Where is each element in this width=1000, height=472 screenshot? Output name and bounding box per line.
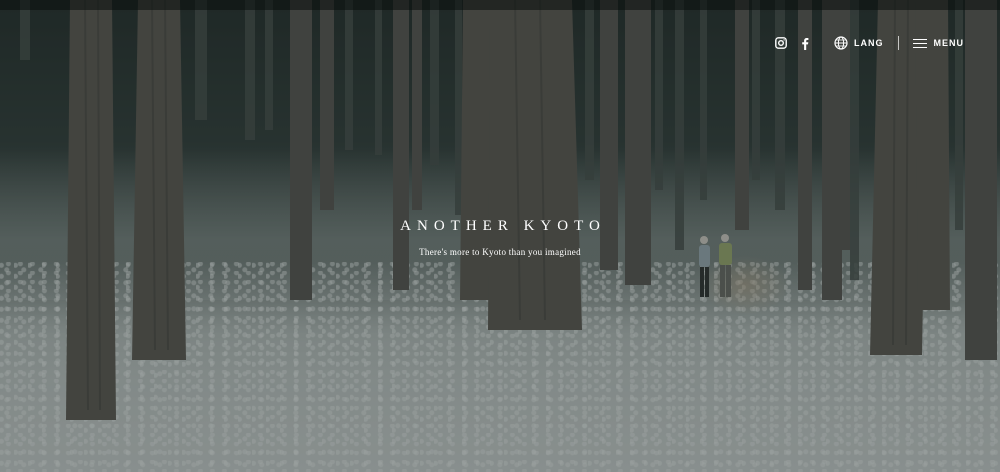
- site-title: ANOTHER KYOTO: [400, 218, 606, 234]
- globe-icon: [834, 36, 848, 50]
- hero-section: LANG MENU ANOTHER KYOTO There's more to …: [0, 0, 1000, 472]
- header-nav: LANG MENU: [774, 36, 964, 50]
- social-links: [774, 36, 812, 50]
- menu-button[interactable]: MENU: [912, 38, 965, 48]
- instagram-icon[interactable]: [774, 36, 788, 50]
- nav-divider: [897, 36, 899, 50]
- hero-text: ANOTHER KYOTO There's more to Kyoto than…: [0, 218, 1000, 257]
- site-tagline: There's more to Kyoto than you imagined: [419, 247, 581, 257]
- language-selector[interactable]: LANG: [834, 36, 884, 50]
- hamburger-icon: [912, 38, 927, 48]
- menu-label: MENU: [933, 38, 964, 48]
- lang-label: LANG: [854, 38, 884, 48]
- facebook-icon[interactable]: [798, 36, 812, 50]
- top-strip: [0, 0, 1000, 10]
